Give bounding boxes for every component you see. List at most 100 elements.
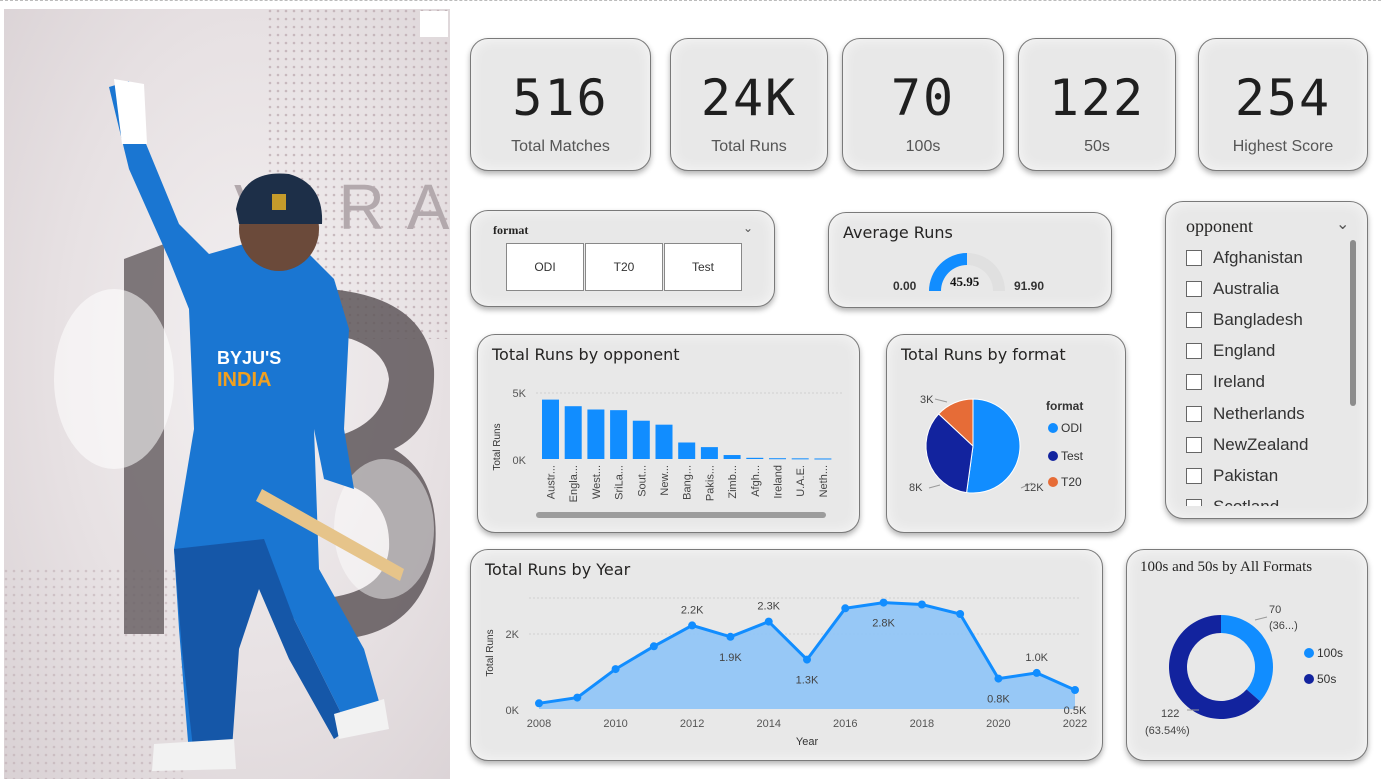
legend-label: Test	[1061, 449, 1084, 463]
opponent-label: Scotland	[1213, 497, 1279, 506]
x-tick-label: Neth...	[818, 465, 830, 497]
opponent-item[interactable]: NewZealand	[1186, 429, 1346, 460]
opponent-item[interactable]: Bangladesh	[1186, 304, 1346, 335]
bar[interactable]	[564, 406, 582, 459]
format-button-t20[interactable]: T20	[585, 243, 663, 291]
bar[interactable]	[814, 458, 832, 460]
checkbox[interactable]	[1186, 311, 1202, 328]
bar[interactable]	[632, 420, 650, 459]
gauge-max-label: 91.90	[1014, 279, 1044, 293]
bar[interactable]	[700, 447, 718, 459]
chevron-down-icon[interactable]: ⌄	[743, 221, 753, 235]
bar[interactable]	[678, 442, 696, 460]
donut-data-label: (36...)	[1269, 620, 1298, 632]
donut-data-label: (63.54%)	[1145, 725, 1190, 737]
data-point[interactable]	[611, 665, 620, 674]
checkbox[interactable]	[1186, 343, 1202, 360]
data-point[interactable]	[688, 621, 697, 630]
x-tick-label: Pakis...	[704, 465, 716, 501]
kpi-value: 254	[1234, 69, 1332, 127]
bar[interactable]	[587, 409, 605, 460]
data-label: 2.3K	[757, 601, 780, 613]
format-button-test[interactable]: Test	[664, 243, 742, 291]
checkbox[interactable]	[1186, 374, 1202, 391]
data-label: 1.3K	[796, 675, 819, 687]
opponent-item[interactable]: Australia	[1186, 273, 1346, 304]
kpi-card-hundreds[interactable]: 70 100s	[842, 38, 1004, 171]
runs-by-format-card: Total Runs by format 12K 8K 3K format OD…	[886, 334, 1126, 533]
opponent-item[interactable]: Netherlands	[1186, 398, 1346, 429]
bar[interactable]	[542, 399, 559, 459]
opponent-item[interactable]: Pakistan	[1186, 460, 1346, 491]
checkbox[interactable]	[1186, 280, 1202, 297]
checkbox[interactable]	[1186, 249, 1202, 266]
data-point[interactable]	[917, 600, 926, 609]
data-point[interactable]	[726, 632, 735, 641]
checkbox[interactable]	[1186, 499, 1202, 506]
data-point[interactable]	[803, 655, 811, 664]
opponent-slicer-title: opponent	[1186, 216, 1253, 236]
data-point[interactable]	[841, 604, 850, 613]
donut-chart: 70 (36...) 122 (63.54%) 100s 50s	[1145, 604, 1343, 737]
opponent-list: Afghanistan Australia Bangladesh England…	[1186, 242, 1346, 506]
x-tick-label: Zimb...	[727, 465, 739, 499]
x-tick-label: 2008	[527, 718, 551, 730]
chevron-down-icon[interactable]: ⌄	[1336, 214, 1349, 233]
x-tick-label: 2012	[680, 718, 704, 730]
x-tick-label: Bang...	[682, 465, 694, 500]
dashboard: VIRAT BYJU'S INDIA 18 516 Total Matches …	[0, 0, 1381, 782]
kpi-card-highest-score[interactable]: 254 Highest Score	[1198, 38, 1368, 171]
bar[interactable]	[723, 455, 741, 459]
bar[interactable]	[791, 458, 809, 460]
checkbox[interactable]	[1186, 436, 1202, 453]
kpi-card-fifties[interactable]: 122 50s	[1018, 38, 1176, 171]
data-point[interactable]	[1071, 686, 1079, 694]
checkbox[interactable]	[1186, 467, 1202, 484]
data-point[interactable]	[535, 699, 543, 708]
opponent-item[interactable]: Scotland	[1186, 492, 1346, 506]
opponent-item[interactable]: Ireland	[1186, 367, 1346, 398]
x-tick-label: 2010	[603, 718, 627, 730]
data-point[interactable]	[1032, 668, 1041, 677]
data-point[interactable]	[956, 610, 965, 618]
data-point[interactable]	[764, 617, 773, 626]
bar[interactable]	[610, 410, 628, 459]
data-point[interactable]	[879, 598, 888, 607]
kpi-label: Total Runs	[711, 138, 787, 155]
kpi-label: Highest Score	[1232, 138, 1334, 155]
kpi-value: 516	[512, 69, 609, 127]
data-point[interactable]	[649, 642, 658, 651]
legend-title: format	[1046, 399, 1083, 413]
y-tick-label: 0K	[513, 455, 527, 467]
opponent-item[interactable]: England	[1186, 336, 1346, 367]
opponent-item[interactable]: Afghanistan	[1186, 242, 1346, 273]
x-tick-label: U.A.E.	[795, 465, 807, 497]
kpi-card-total-runs[interactable]: 24K Total Runs	[670, 38, 828, 171]
data-point[interactable]	[994, 674, 1003, 683]
bar[interactable]	[655, 424, 673, 459]
horizontal-scrollbar[interactable]	[536, 512, 826, 518]
data-point[interactable]	[573, 693, 582, 702]
opponent-label: Pakistan	[1213, 465, 1279, 485]
legend-marker	[1048, 423, 1058, 433]
bar[interactable]	[769, 458, 786, 460]
checkbox[interactable]	[1186, 405, 1202, 422]
format-slicer-title: format	[493, 223, 529, 237]
bar[interactable]	[746, 457, 764, 459]
kpi-card-total-matches[interactable]: 516 Total Matches	[470, 38, 651, 171]
opponent-scrollbar[interactable]	[1350, 240, 1356, 406]
gauge-chart: 0.00 45.95 91.90	[893, 253, 1044, 293]
x-tick-label: Engla...	[568, 465, 580, 502]
data-label: 0.5K	[1064, 705, 1087, 717]
x-tick-label: SriLa...	[614, 465, 626, 500]
legend-label: T20	[1061, 475, 1082, 489]
x-tick-label: 2014	[756, 718, 780, 730]
runs-by-year-card: Total Runs by Year Total Runs Year 2K 0K…	[470, 549, 1103, 761]
opponent-label: Ireland	[1213, 372, 1265, 392]
x-tick-label: 2022	[1063, 718, 1087, 730]
format-button-odi[interactable]: ODI	[506, 243, 584, 291]
donut-slice[interactable]	[1221, 615, 1273, 702]
opponent-slicer: opponent ⌄ Afghanistan Australia Banglad…	[1165, 201, 1368, 519]
donut-data-label: 70	[1269, 604, 1281, 616]
pie-slice[interactable]	[966, 398, 1021, 494]
